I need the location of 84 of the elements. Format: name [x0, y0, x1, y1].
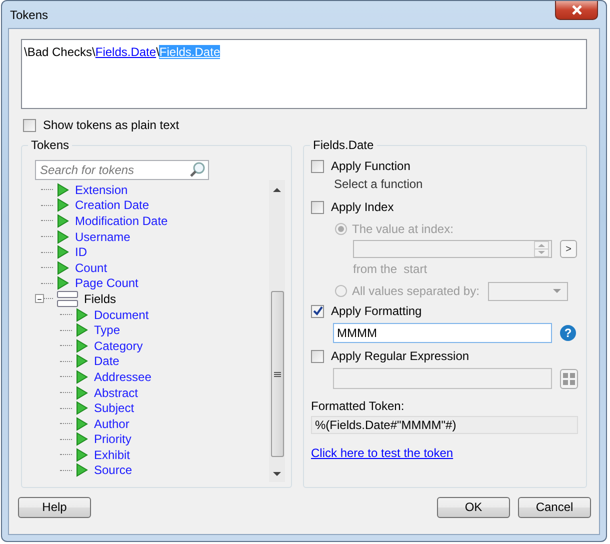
tree-item[interactable]: Creation Date [75, 198, 150, 212]
up-arrow-icon [273, 188, 281, 192]
grid-icon [563, 372, 575, 384]
close-icon [572, 5, 582, 15]
check-icon [312, 306, 322, 316]
play-icon [76, 308, 88, 322]
checkbox-label: Apply Formatting [331, 304, 422, 318]
path-text: \Bad Checks\ [24, 45, 96, 59]
play-icon [57, 260, 69, 275]
field-group-icon [57, 290, 78, 307]
scroll-thumb[interactable] [270, 291, 284, 457]
tree-item[interactable]: Count [75, 260, 108, 275]
help-button[interactable]: Help [18, 496, 91, 518]
play-icon [76, 323, 88, 338]
cancel-button[interactable]: Cancel [518, 496, 591, 518]
dropdown-arrow-icon [553, 289, 562, 293]
tree-item[interactable]: Username [75, 230, 130, 244]
radio-label: All values separated by: [352, 284, 480, 298]
radio-label: The value at index: [352, 222, 454, 236]
grid-button[interactable] [560, 368, 578, 388]
path-text: \ [156, 45, 160, 59]
tree-item[interactable]: Extension [75, 182, 128, 197]
play-icon [76, 432, 88, 446]
formatted-token-field: %(Fields.Date#"MMMM"#) [311, 416, 578, 434]
tree-item[interactable]: Modification Date [75, 214, 168, 228]
play-icon [57, 230, 69, 244]
window-title: Tokens [10, 8, 48, 22]
checkbox[interactable] [311, 200, 324, 214]
close-button[interactable] [555, 1, 598, 20]
tree-item[interactable]: Page Count [75, 276, 138, 290]
radio-button[interactable] [335, 223, 347, 235]
tree-item[interactable]: Type [94, 323, 120, 338]
checkbox-label: Apply Function [331, 159, 410, 173]
format-field[interactable]: MMMM [333, 323, 552, 343]
checkbox-label: Apply Index [331, 200, 394, 214]
group-title: Tokens [28, 138, 72, 152]
test-token-link[interactable]: Click here to test the token [311, 446, 454, 460]
play-icon [76, 416, 88, 431]
function-hint: Select a function [334, 177, 424, 193]
play-icon [76, 401, 88, 416]
next-button[interactable]: > [560, 240, 577, 258]
tree-item[interactable]: Date [94, 354, 120, 368]
radio-button[interactable] [335, 285, 347, 297]
tree-item[interactable]: Subject [94, 401, 134, 416]
play-icon [76, 386, 88, 400]
play-icon [76, 463, 88, 478]
play-icon [57, 245, 69, 260]
play-icon [57, 182, 69, 197]
collapse-icon[interactable] [35, 294, 44, 304]
tree-item[interactable]: Exhibit [94, 448, 130, 462]
play-icon [76, 338, 88, 353]
checkbox[interactable] [311, 350, 324, 362]
token-path-field[interactable]: \Bad Checks\Fields.Date\Fields.Date [21, 39, 587, 109]
group-title: Fields.Date [310, 138, 377, 152]
tree-item[interactable]: Addressee [94, 370, 152, 384]
tree-item[interactable]: Fields [84, 292, 116, 306]
grip-icon [274, 372, 280, 376]
checkbox-label: Apply Regular Expression [331, 349, 470, 363]
play-icon [57, 198, 69, 212]
token-link[interactable]: Fields.Date [95, 45, 156, 59]
tree-item[interactable]: Priority [94, 432, 132, 446]
checkbox[interactable] [311, 304, 324, 318]
help-button[interactable]: ? [560, 325, 576, 341]
search-icon [190, 162, 205, 177]
formatted-token-label: Formatted Token: [311, 399, 406, 413]
checkbox-label: Show tokens as plain text [43, 118, 180, 132]
search-field[interactable]: Search for tokens [35, 160, 209, 180]
play-icon [76, 354, 88, 368]
tree-item[interactable]: Author [94, 416, 130, 431]
checkbox[interactable] [311, 160, 324, 172]
scrollbar[interactable] [269, 180, 285, 482]
down-arrow-icon [273, 472, 281, 476]
checkbox[interactable] [23, 118, 36, 132]
tree-item[interactable]: Category [94, 338, 143, 353]
ok-button[interactable]: OK [437, 496, 510, 518]
play-icon [57, 214, 69, 228]
index-origin-label: from the start [353, 262, 428, 278]
play-icon [76, 370, 88, 384]
tree-item[interactable]: Source [94, 463, 132, 478]
play-icon [57, 276, 69, 290]
tree-item[interactable]: Abstract [94, 386, 138, 400]
play-icon [76, 448, 88, 462]
tree-item[interactable]: ID [75, 245, 87, 260]
tree-item[interactable]: Document [94, 308, 149, 322]
